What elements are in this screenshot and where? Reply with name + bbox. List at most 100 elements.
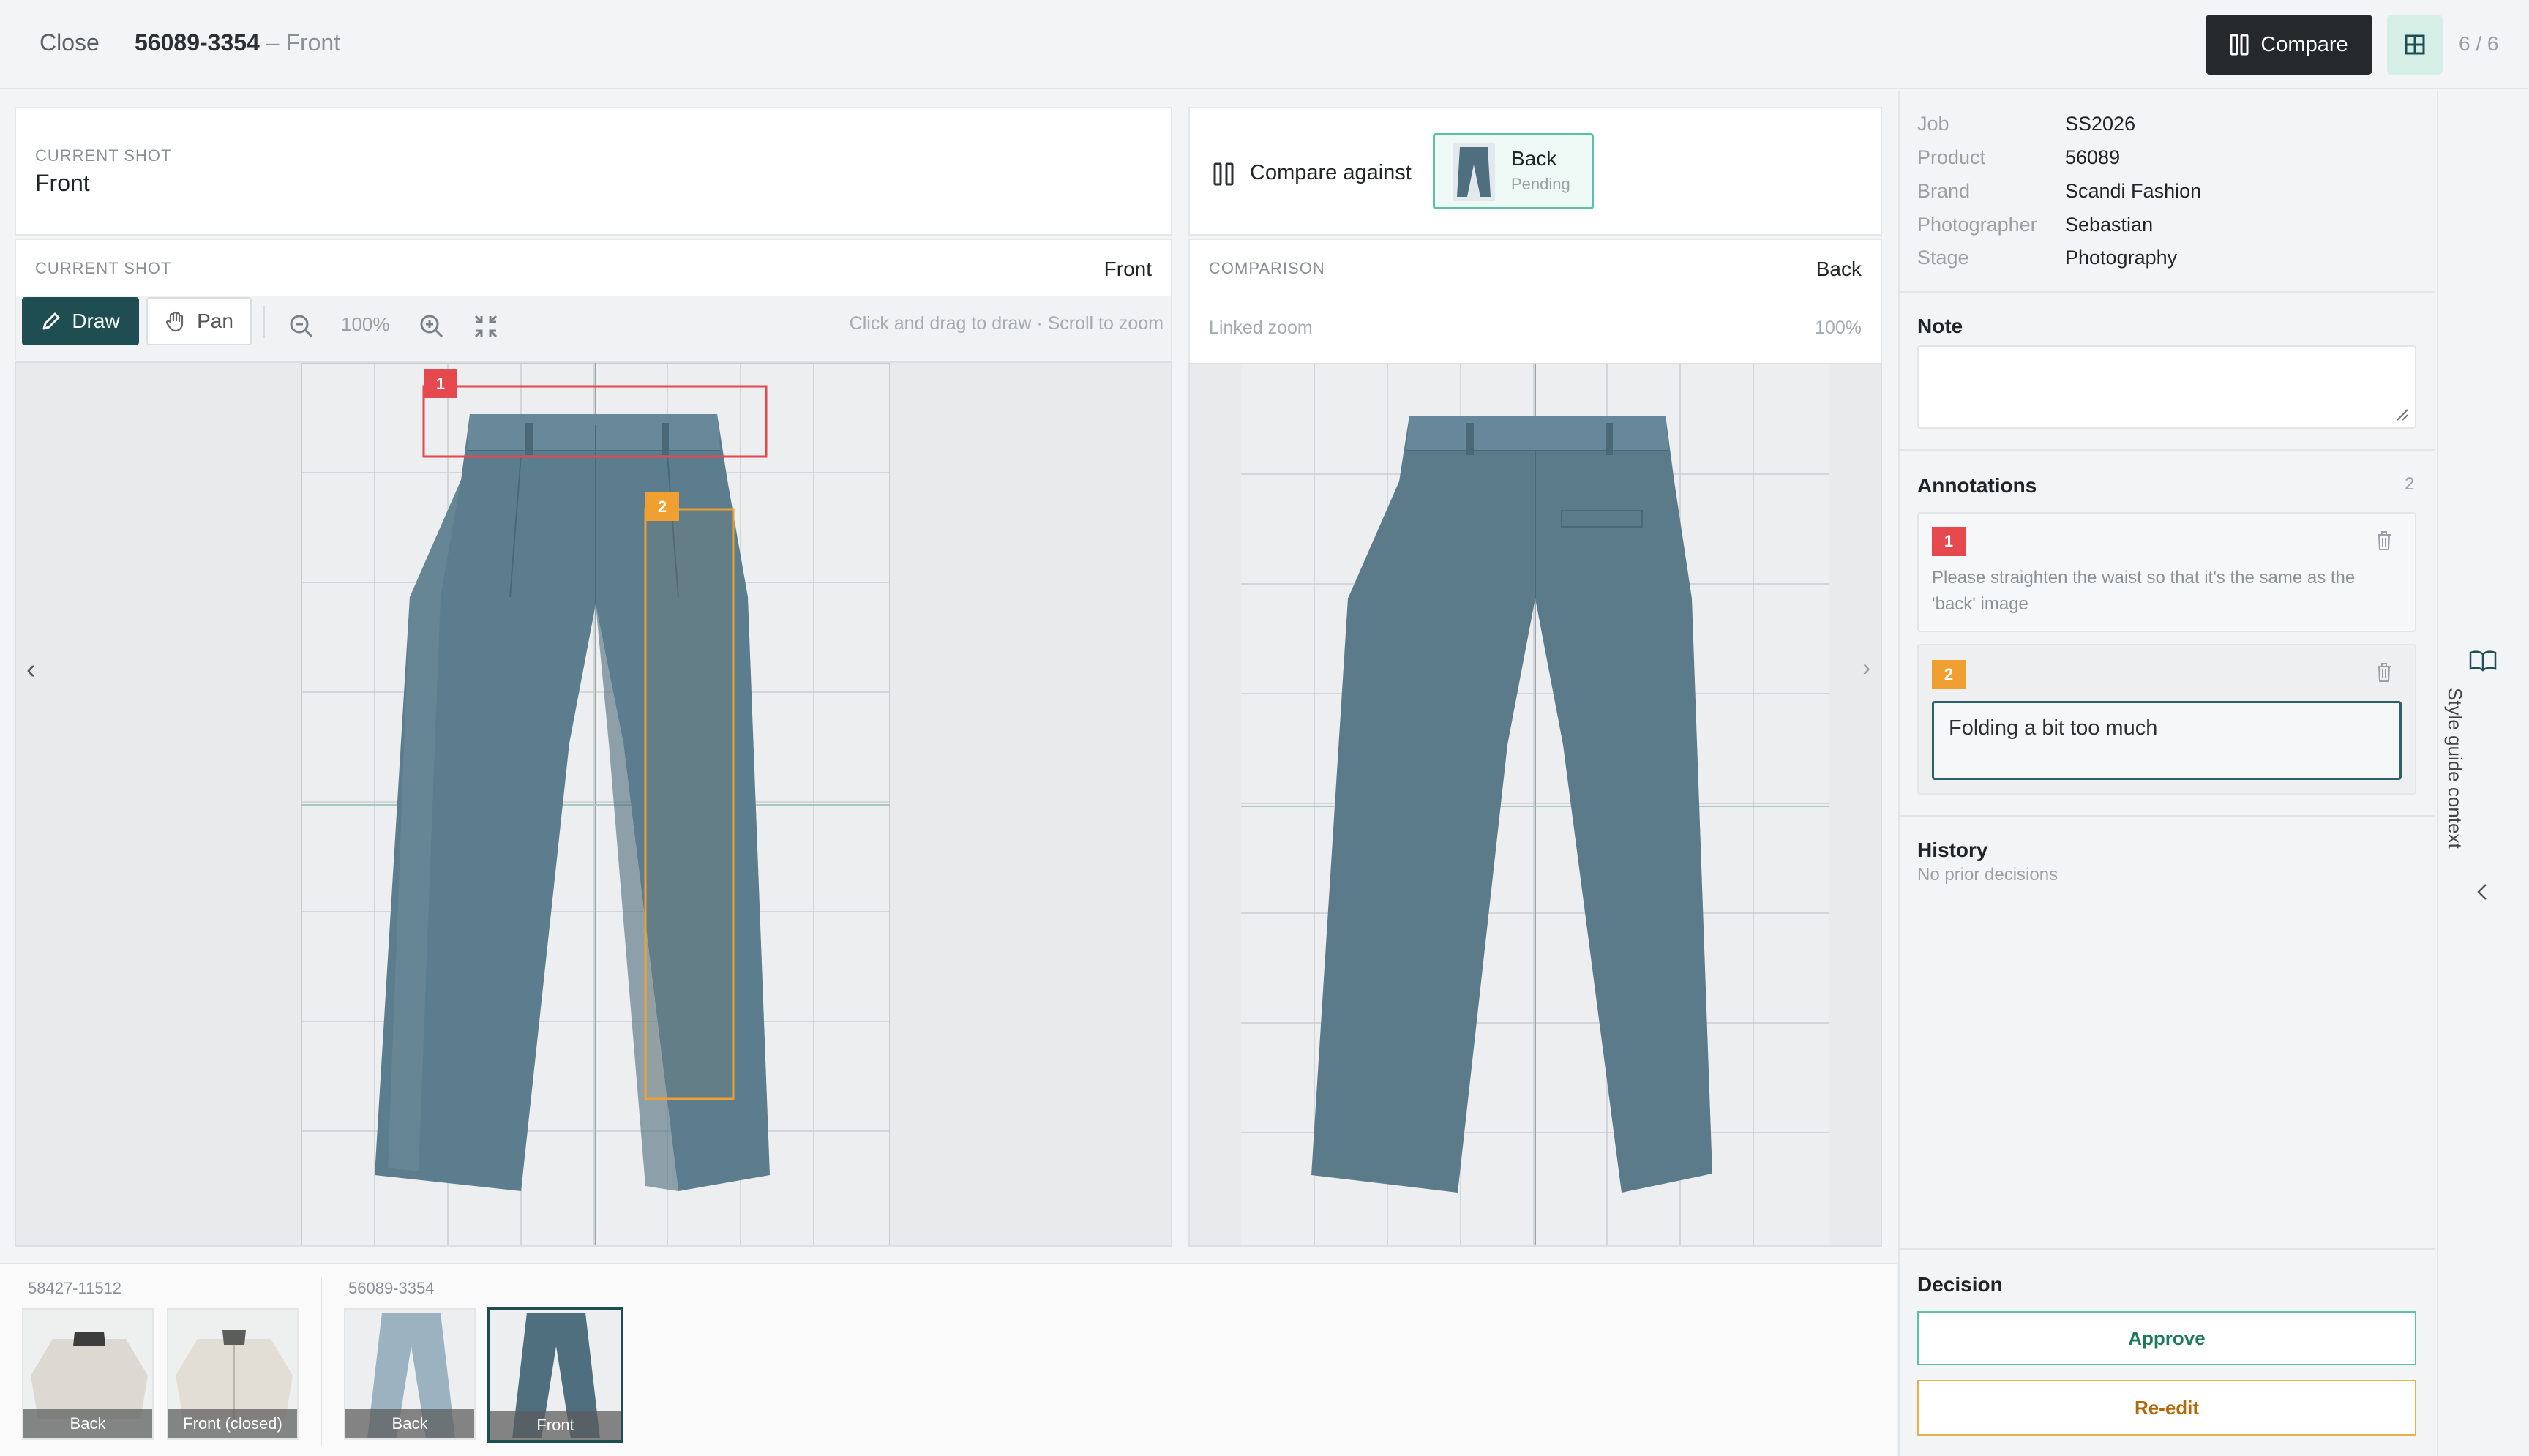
current-shot-header-value: Front xyxy=(1104,258,1152,280)
filmstrip-thumb[interactable]: Back xyxy=(344,1308,476,1440)
divider xyxy=(1900,1248,2435,1250)
shot-suffix: – Front xyxy=(259,29,341,56)
trash-icon[interactable] xyxy=(2375,530,2393,552)
top-bar: Close 56089-3354 – Front Compare 6 / 6 xyxy=(0,0,2529,89)
compare-target-chip[interactable]: Back Pending xyxy=(1433,133,1594,209)
meta-value-brand: Scandi Fashion xyxy=(2065,180,2202,202)
draw-tool-label: Draw xyxy=(72,309,120,332)
meta-value-photographer: Sebastian xyxy=(2065,214,2154,236)
annotation-box-1-number: 1 xyxy=(436,375,445,393)
back-thumbnail xyxy=(1453,143,1495,201)
history-title: History xyxy=(1917,838,1988,861)
zoom-level: 100% xyxy=(341,313,390,335)
comparison-header-caption: Comparison xyxy=(1209,259,1325,277)
compare-target-title: Back xyxy=(1511,147,1557,170)
compare-icon xyxy=(2230,34,2249,56)
book-icon[interactable] xyxy=(2469,650,2497,672)
comparison-canvas[interactable]: › xyxy=(1188,363,1882,1247)
filmstrip-thumb[interactable]: Front (closed) xyxy=(167,1308,299,1440)
previous-shot-arrow[interactable]: ‹ xyxy=(26,654,36,686)
meta-value-product: 56089 xyxy=(2065,146,2121,168)
note-title: Note xyxy=(1917,315,1963,337)
current-shot-header: Current shot Front xyxy=(15,239,1172,297)
current-shot-name: Front xyxy=(35,170,90,196)
annotations-title: Annotations xyxy=(1917,474,2037,497)
note-textarea[interactable] xyxy=(1917,345,2416,429)
meta-row-stage: Stage xyxy=(1917,247,1969,269)
linked-zoom-bar: Linked zoom 100% xyxy=(1188,296,1882,363)
grid-icon xyxy=(2405,34,2425,55)
front-image-frame: 1 2 xyxy=(301,363,890,1245)
toolbar-divider xyxy=(263,306,265,338)
resize-handle-icon[interactable] xyxy=(2394,407,2409,421)
pencil-icon xyxy=(42,312,60,330)
compare-columns-icon xyxy=(1213,162,1234,186)
current-shot-canvas[interactable]: ‹ 1 2 xyxy=(15,361,1172,1247)
meta-key: Job xyxy=(1917,113,1949,135)
thumb-caption: Front xyxy=(490,1411,621,1440)
fit-to-screen-icon[interactable] xyxy=(473,313,499,345)
grid-view-button[interactable] xyxy=(2387,15,2443,75)
approve-button[interactable]: Approve xyxy=(1917,1311,2416,1365)
annotation-box-2-number: 2 xyxy=(658,498,667,516)
meta-row-job: Job xyxy=(1917,113,1949,135)
meta-value-stage: Photography xyxy=(2065,247,2178,269)
annotation-text-1-line2: 'back' image xyxy=(1932,594,2028,614)
canvas-hint: Click and drag to draw · Scroll to zoom xyxy=(849,313,1164,334)
meta-row-photographer: Photographer xyxy=(1917,214,2037,236)
divider xyxy=(1900,449,2435,451)
current-shot-card: Current shot Front xyxy=(15,107,1172,236)
filmstrip-group-label: 56089-3354 xyxy=(348,1279,435,1297)
draw-tool-button[interactable]: Draw xyxy=(22,297,139,345)
comparison-header: Comparison Back xyxy=(1188,239,1882,297)
compare-target-status: Pending xyxy=(1511,175,1570,193)
decision-title: Decision xyxy=(1917,1273,2003,1296)
thumb-caption: Back xyxy=(23,1409,152,1438)
zoom-out-icon[interactable] xyxy=(288,313,315,345)
meta-key: Product xyxy=(1917,146,1986,168)
thumb-caption: Back xyxy=(345,1409,474,1438)
trash-icon[interactable] xyxy=(2375,661,2393,683)
filmstrip-thumb[interactable]: Back xyxy=(22,1308,154,1440)
thumb-caption: Front (closed) xyxy=(168,1409,297,1438)
filmstrip-group-label: 58427-11512 xyxy=(28,1279,122,1297)
pan-tool-button[interactable]: Pan xyxy=(146,297,252,345)
shot-counter: 6 / 6 xyxy=(2459,32,2499,55)
compare-button-label: Compare xyxy=(2260,32,2348,56)
annotation-badge-1: 1 xyxy=(1932,527,1966,556)
history-value: No prior decisions xyxy=(1917,865,2058,885)
page-title: 56089-3354 – Front xyxy=(135,29,340,56)
meta-key: Photographer xyxy=(1917,214,2037,236)
pan-tool-label: Pan xyxy=(197,309,233,332)
meta-row-brand: Brand xyxy=(1917,180,1970,203)
next-shot-arrow[interactable]: › xyxy=(1862,654,1870,681)
linked-zoom-value: 100% xyxy=(1815,318,1862,338)
annotation-badge-2: 2 xyxy=(1932,660,1966,689)
linked-zoom-label: Linked zoom xyxy=(1209,318,1313,338)
reedit-button[interactable]: Re-edit xyxy=(1917,1380,2416,1436)
chevron-left-icon[interactable] xyxy=(2475,882,2489,901)
compare-against-label: Compare against xyxy=(1250,161,1412,184)
current-shot-caption: Current shot xyxy=(35,146,172,165)
filmstrip-divider xyxy=(321,1277,322,1446)
shot-id: 56089-3354 xyxy=(135,29,260,56)
compare-button[interactable]: Compare xyxy=(2206,15,2372,75)
meta-key: Stage xyxy=(1917,247,1969,269)
divider xyxy=(1900,815,2435,817)
meta-key: Brand xyxy=(1917,180,1971,202)
comparison-header-value: Back xyxy=(1816,258,1862,280)
back-image-frame xyxy=(1241,364,1829,1245)
meta-row-product: Product xyxy=(1917,146,1985,169)
annotation-input-2[interactable]: Folding a bit too much xyxy=(1932,701,2402,780)
filmstrip-thumb-active[interactable]: Front xyxy=(487,1307,623,1443)
zoom-in-icon[interactable] xyxy=(419,313,445,345)
style-guide-label[interactable]: Style guide context xyxy=(2441,688,2466,878)
annotation-text-1-line1: Please straighten the waist so that it's… xyxy=(1932,568,2356,588)
close-button[interactable]: Close xyxy=(40,29,100,56)
current-shot-header-caption: Current shot xyxy=(35,259,172,277)
annotation-box-2[interactable]: 2 xyxy=(644,492,735,1100)
annotations-count: 2 xyxy=(2405,474,2415,494)
hand-icon xyxy=(165,311,184,332)
meta-value-job: SS2026 xyxy=(2065,113,2136,135)
divider xyxy=(1900,291,2435,293)
